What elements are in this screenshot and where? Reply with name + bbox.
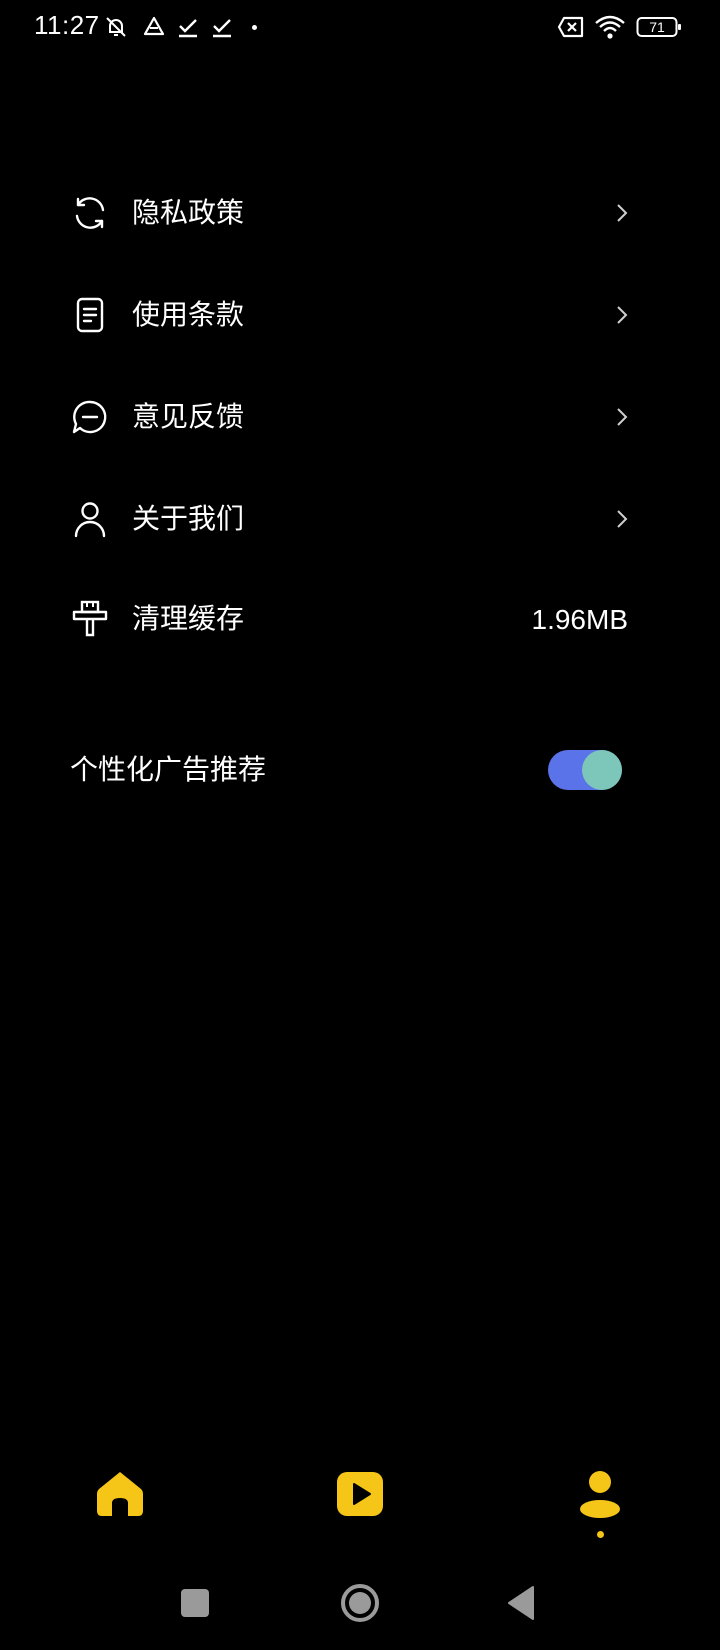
wifi-icon xyxy=(595,15,625,39)
download-done-icon xyxy=(179,19,197,38)
status-bar: 11:27 71 xyxy=(0,0,720,56)
menu-item-label: 隐私政策 xyxy=(132,196,245,229)
home-circle-icon[interactable] xyxy=(339,1582,381,1624)
menu-item-terms-of-use[interactable]: 使用条款 xyxy=(70,280,630,350)
menu-item-label: 意见反馈 xyxy=(132,400,245,433)
status-time: 11:27 xyxy=(34,10,100,40)
brush-icon xyxy=(72,600,108,637)
dot-icon xyxy=(252,25,257,30)
chevron-right-icon xyxy=(617,204,628,222)
cache-size: 1.96MB xyxy=(531,604,629,635)
mute-icon xyxy=(106,17,126,37)
drive-icon xyxy=(143,16,165,36)
ad-recommendation-label: 个性化广告推荐 xyxy=(70,753,267,786)
toggle-knob xyxy=(582,750,622,790)
recents-icon[interactable] xyxy=(174,1582,216,1624)
menu-item-privacy-policy[interactable]: 隐私政策 xyxy=(70,178,630,248)
document-icon xyxy=(76,297,104,333)
chevron-right-icon xyxy=(617,408,628,426)
chat-bubble-icon xyxy=(72,400,107,434)
refresh-icon xyxy=(75,197,105,229)
battery-level: 71 xyxy=(649,19,665,35)
bottom-nav xyxy=(0,1455,720,1545)
menu-item-feedback[interactable]: 意见反馈 xyxy=(70,382,630,452)
no-sim-icon xyxy=(557,16,584,38)
chevron-right-icon xyxy=(617,306,628,324)
menu-item-label: 清理缓存 xyxy=(132,602,245,635)
ad-recommendation-row: 个性化广告推荐 xyxy=(70,735,630,805)
play-icon[interactable] xyxy=(335,1469,385,1519)
active-tab-indicator xyxy=(597,1531,604,1538)
ad-recommendation-toggle[interactable] xyxy=(548,750,622,790)
profile-icon[interactable] xyxy=(575,1469,625,1519)
download-done-icon xyxy=(213,19,231,38)
menu-item-about-us[interactable]: 关于我们 xyxy=(70,484,630,554)
menu-item-label: 使用条款 xyxy=(132,298,245,331)
person-icon xyxy=(74,502,106,538)
system-nav-bar xyxy=(0,1570,720,1640)
home-icon[interactable] xyxy=(95,1469,145,1519)
chevron-right-icon xyxy=(617,510,628,528)
menu-item-clear-cache[interactable]: 清理缓存 1.96MB xyxy=(70,584,630,654)
menu-item-label: 关于我们 xyxy=(132,502,245,535)
battery-icon: 71 xyxy=(636,14,682,40)
back-icon[interactable] xyxy=(503,1582,545,1624)
